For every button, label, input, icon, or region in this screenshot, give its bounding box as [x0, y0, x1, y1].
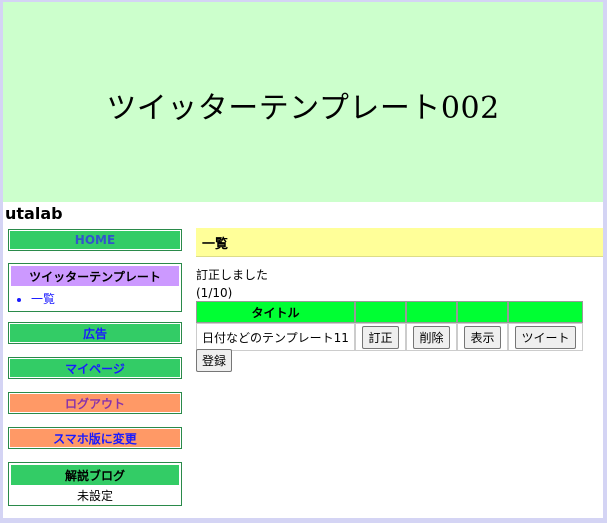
- delete-cell: 削除: [406, 323, 457, 351]
- column-header-title: タイトル: [196, 301, 355, 323]
- register-button[interactable]: 登録: [196, 349, 233, 372]
- template-menu-title: ツイッターテンプレート: [11, 266, 179, 286]
- banner-title: ツイッターテンプレート002: [106, 91, 500, 126]
- edit-cell: 訂正: [355, 323, 406, 351]
- view-button[interactable]: 表示: [464, 325, 501, 349]
- site-name: utalab: [5, 204, 63, 223]
- table-row: 日付などのテンプレート11 訂正 削除 表示 ツイート: [196, 323, 583, 351]
- logout-button[interactable]: ログアウト: [8, 392, 182, 414]
- table-header-row: タイトル: [196, 301, 583, 323]
- template-table: タイトル 日付などのテンプレート11 訂正 削除 表示 ツイート: [196, 301, 583, 351]
- column-header-edit: [355, 301, 406, 323]
- mypage-button[interactable]: マイページ: [8, 357, 182, 379]
- row-title: 日付などのテンプレート11: [196, 323, 355, 351]
- view-cell: 表示: [457, 323, 508, 351]
- template-menu-list: 一覧: [9, 290, 181, 307]
- edit-button[interactable]: 訂正: [362, 325, 399, 349]
- ad-button[interactable]: 広告: [8, 322, 182, 344]
- page-indicator: (1/10): [196, 286, 233, 300]
- tweet-cell: ツイート: [508, 323, 583, 351]
- template-menu-box: ツイッターテンプレート 一覧: [8, 263, 182, 312]
- column-header-delete: [406, 301, 457, 323]
- status-message: 訂正しました: [196, 268, 269, 282]
- header-banner: ツイッターテンプレート002: [3, 2, 603, 202]
- menu-item-list[interactable]: 一覧: [31, 290, 181, 307]
- section-heading: 一覧: [196, 228, 603, 257]
- column-header-tweet: [508, 301, 583, 323]
- blog-box: 解説ブログ 未設定: [8, 462, 182, 506]
- blog-box-title: 解説ブログ: [11, 465, 179, 485]
- blog-box-value: 未設定: [76, 489, 113, 503]
- tweet-button[interactable]: ツイート: [515, 325, 576, 349]
- page: ツイッターテンプレート002 utalab HOME ツイッターテンプレート 一…: [3, 2, 603, 518]
- delete-button[interactable]: 削除: [413, 325, 450, 349]
- column-header-view: [457, 301, 508, 323]
- mobile-version-button[interactable]: スマホ版に変更: [8, 427, 182, 449]
- menu-item-list-label[interactable]: 一覧: [31, 292, 55, 306]
- home-button[interactable]: HOME: [8, 229, 182, 251]
